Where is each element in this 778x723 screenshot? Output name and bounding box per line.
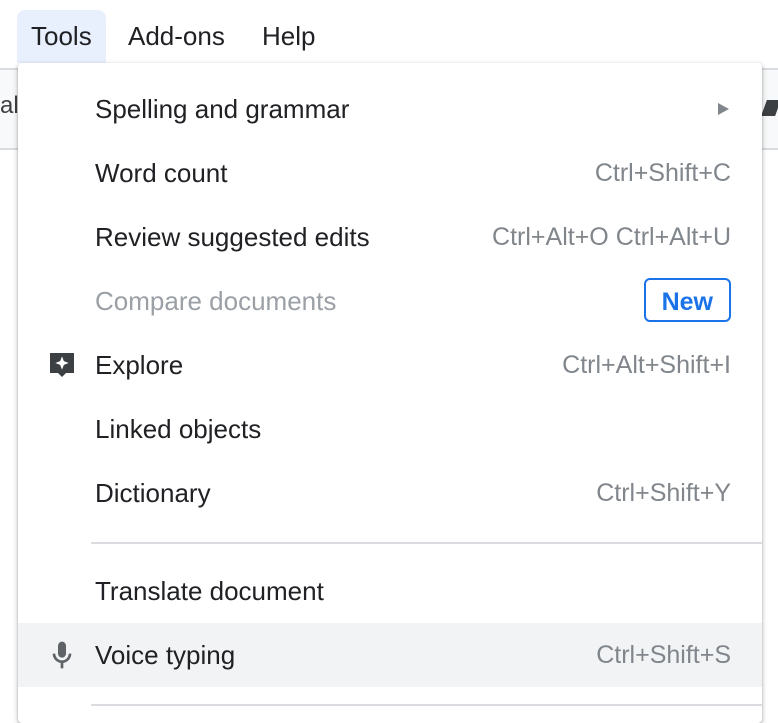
menu-item-label: Dictionary (95, 478, 211, 508)
explore-icon (50, 353, 74, 377)
menu-item-label: Spelling and grammar (95, 94, 350, 124)
menu-item-label: Explore (95, 350, 184, 380)
menu-item-linked-objects[interactable]: Linked objects (18, 397, 762, 461)
menubar: t Tools Add-ons Help (0, 0, 778, 64)
menu-add-ons[interactable]: Add-ons (114, 10, 239, 63)
menu-item-label: Review suggested edits (95, 222, 370, 252)
menu-item-translate-document[interactable]: Translate document (18, 559, 762, 623)
menu-item-shortcut: Ctrl+Shift+C (594, 159, 731, 187)
new-badge: New (643, 278, 731, 322)
menu-item-shortcut: Ctrl+Alt+Shift+I (562, 351, 731, 379)
menu-format-partial[interactable]: t (0, 10, 11, 63)
menu-item-label: Translate document (95, 576, 324, 606)
microphone-icon (52, 641, 72, 669)
menu-item-label: Compare documents (95, 286, 337, 316)
menu-item-shortcut: Ctrl+Shift+S (596, 641, 731, 669)
pen-icon[interactable] (761, 100, 778, 116)
menu-divider (91, 704, 762, 706)
menu-divider (91, 542, 762, 544)
menu-item-label: Voice typing (95, 640, 236, 670)
menu-item-explore[interactable]: Explore Ctrl+Alt+Shift+I (18, 333, 762, 397)
menu-item-shortcut: Ctrl+Alt+O Ctrl+Alt+U (492, 223, 731, 251)
menu-item-dictionary[interactable]: Dictionary Ctrl+Shift+Y (18, 461, 762, 525)
menu-item-shortcut: Ctrl+Shift+Y (596, 479, 731, 507)
menu-item-label: Linked objects (95, 414, 262, 444)
menu-item-review-suggested-edits[interactable]: Review suggested edits Ctrl+Alt+O Ctrl+A… (18, 205, 762, 269)
menu-item-spelling-and-grammar[interactable]: Spelling and grammar (18, 77, 762, 141)
menu-help[interactable]: Help (248, 10, 329, 63)
menu-item-word-count[interactable]: Word count Ctrl+Shift+C (18, 141, 762, 205)
menu-item-label: Word count (95, 158, 228, 188)
menu-tools[interactable]: Tools (17, 10, 106, 63)
font-select-partial[interactable]: al (0, 92, 19, 120)
menu-item-voice-typing[interactable]: Voice typing Ctrl+Shift+S (18, 623, 762, 687)
tools-menu: Spelling and grammar Word count Ctrl+Shi… (18, 63, 762, 723)
submenu-arrow-icon (718, 103, 729, 115)
menu-item-compare-documents: Compare documents New (18, 269, 762, 333)
